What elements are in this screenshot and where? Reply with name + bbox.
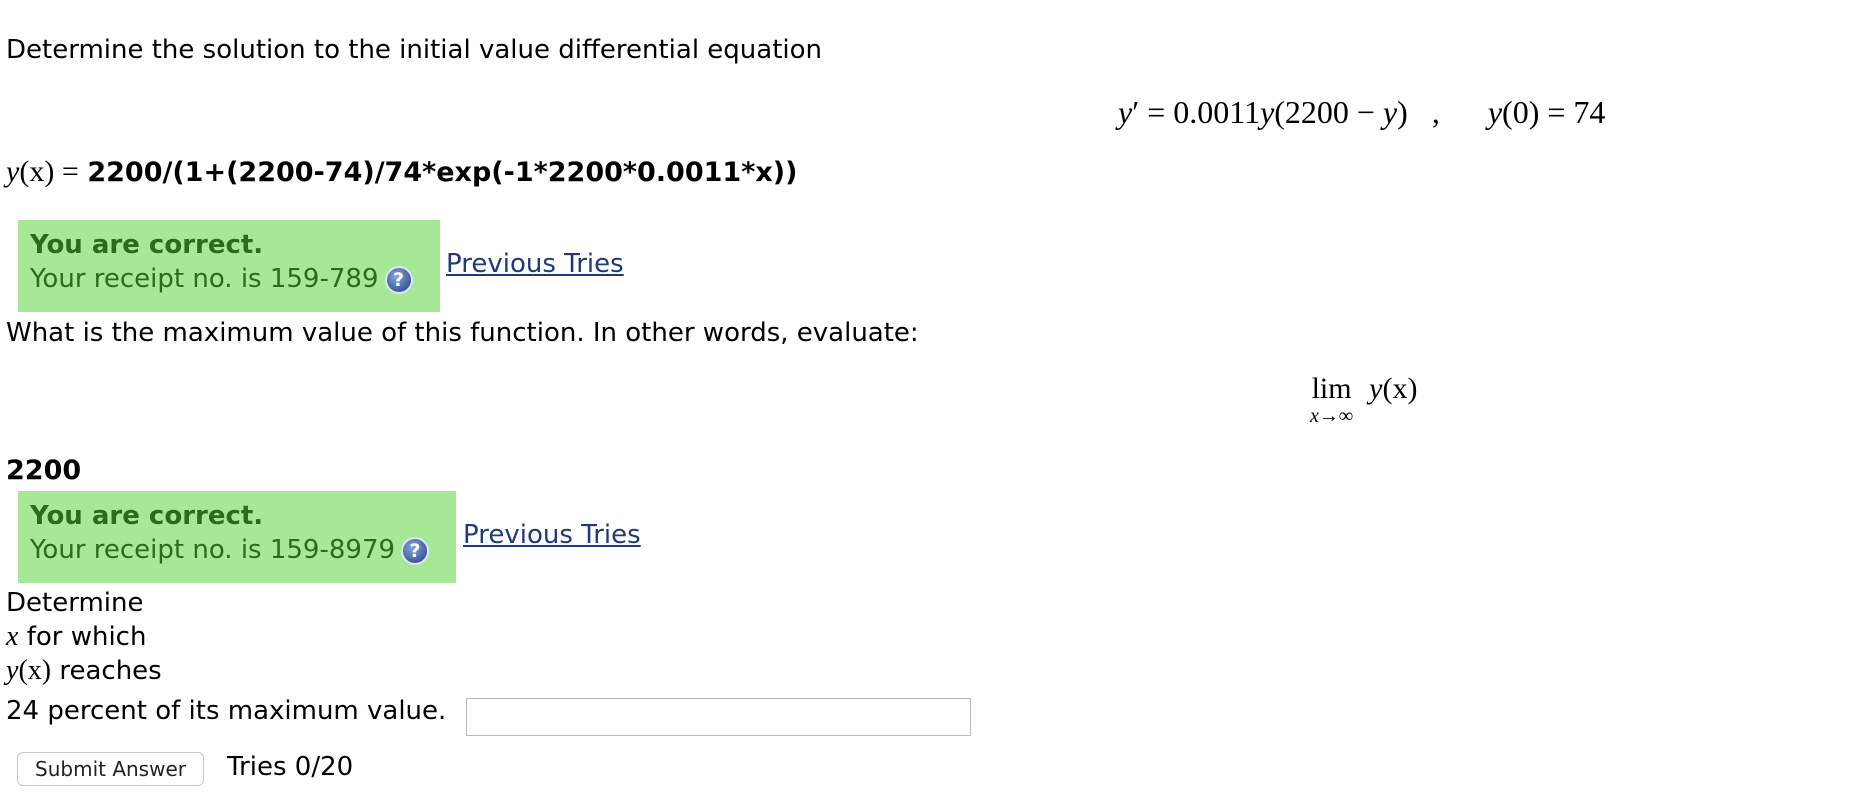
problem-intro: Determine the solution to the initial va… — [6, 35, 823, 65]
solution-label-fn: y — [6, 155, 20, 188]
part3-line3: y(x) reaches — [6, 655, 162, 687]
eq-init-arg: (0) = 74 — [1502, 94, 1606, 130]
feedback-title: You are correct. — [30, 230, 264, 260]
part2-prompt: What is the maximum value of this functi… — [6, 318, 919, 348]
part3-y-arg: (x) — [18, 655, 52, 686]
feedback-title: You are correct. — [30, 501, 264, 531]
part3-x-var: x — [6, 621, 19, 652]
question-help-icon[interactable]: ? — [401, 536, 430, 565]
answer-input[interactable] — [466, 698, 971, 736]
solution-line: y(x) = 2200/(1+(2200-74)/74*exp(-1*2200*… — [6, 155, 797, 190]
part3-line1: Determine — [6, 588, 144, 618]
part3-y-var: y — [6, 655, 19, 686]
feedback-receipt-row: Your receipt no. is 159-8979? — [30, 533, 444, 567]
limit-expression: lim x→∞ y(x) — [1310, 372, 1417, 428]
feedback-correct-2: You are correct. Your receipt no. is 159… — [18, 491, 456, 583]
limit-lim: lim — [1311, 372, 1352, 405]
previous-tries-link-1[interactable]: Previous Tries — [446, 249, 624, 279]
feedback-receipt-row: Your receipt no. is 159-789? — [30, 262, 428, 296]
eq-comma: , — [1431, 94, 1440, 130]
part3-line2-text: for which — [18, 622, 147, 652]
limit-function: y(x) — [1369, 372, 1417, 405]
solution-answer: 2200/(1+(2200-74)/74*exp(-1*2200*0.0011*… — [87, 157, 798, 188]
differential-equation: y′ = 0.0011y(2200 − y) , y(0) = 74 — [1118, 94, 1605, 130]
limit-operator: lim x→∞ — [1310, 372, 1354, 428]
part3-line2: x for which — [6, 621, 147, 653]
eq-y: y — [1118, 94, 1133, 130]
eq-paren-open: (2200 − — [1274, 94, 1383, 130]
limit-subscript: x→∞ — [1310, 405, 1354, 427]
eq-paren-close: ) — [1397, 94, 1408, 130]
solution-label-arg: (x) — [19, 155, 55, 188]
eq-init-fn: y — [1487, 94, 1503, 130]
eq-y-var2: y — [1382, 94, 1398, 130]
eq-y-var: y — [1260, 94, 1275, 130]
question-help-icon[interactable]: ? — [384, 265, 413, 294]
part3-line3-text: reaches — [51, 656, 162, 686]
submit-answer-button[interactable]: Submit Answer — [17, 752, 204, 786]
feedback-receipt: Your receipt no. is 159-789 — [30, 264, 379, 294]
tries-counter: Tries 0/20 — [227, 752, 354, 782]
eq-prime: ′ — [1132, 94, 1140, 130]
part2-answer: 2200 — [6, 455, 82, 486]
previous-tries-link-2[interactable]: Previous Tries — [463, 520, 641, 550]
solution-label-eq: = — [54, 155, 79, 188]
feedback-correct-1: You are correct. Your receipt no. is 159… — [18, 220, 440, 312]
feedback-receipt: Your receipt no. is 159-8979 — [30, 535, 396, 565]
eq-coef: 0.0011 — [1173, 94, 1261, 130]
limit-arg: (x) — [1382, 372, 1418, 405]
part3-line4: 24 percent of its maximum value. — [6, 696, 447, 726]
limit-fn: y — [1369, 372, 1383, 405]
eq-equals: = — [1147, 94, 1166, 130]
